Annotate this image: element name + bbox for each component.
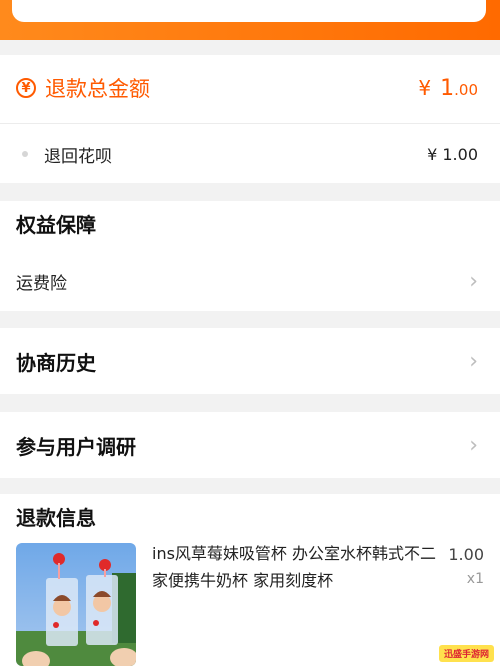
benefits-card: 权益保障 运费险 › [0,201,500,311]
chevron-right-icon: › [469,268,478,294]
product-name[interactable]: ins风草莓妹吸管杯 办公室水杯韩式不二家便携牛奶杯 家用刻度杯 [152,540,442,594]
refund-summary-card: ¥ 退款总金额 ¥ 1.00 退回花呗 ¥ 1.00 [0,55,500,183]
shipping-insurance-row[interactable]: 运费险 › [0,261,500,301]
refund-info-header: 退款信息 [0,496,500,536]
shipping-insurance-label: 运费险 [16,273,67,294]
refund-total-title: 退款总金额 [45,77,150,101]
negotiation-history-row[interactable]: 协商历史 › [0,341,500,381]
chevron-right-icon: › [469,432,478,458]
negotiation-history-title: 协商历史 [16,350,96,375]
user-survey-card[interactable]: 参与用户调研 › [0,412,500,478]
benefits-header: 权益保障 [0,203,500,243]
refund-total-row: ¥ 退款总金额 ¥ 1.00 [0,67,500,109]
negotiation-history-card[interactable]: 协商历史 › [0,328,500,394]
refund-amount-int: 1 [440,75,455,101]
dot-icon [22,151,28,157]
refund-total-amount: ¥ 1.00 [418,76,478,101]
user-survey-row[interactable]: 参与用户调研 › [0,425,500,465]
yen-circle-icon: ¥ [16,78,36,98]
refund-currency: ¥ [418,75,432,100]
product-price: 1.00 [448,545,484,564]
top-card [12,0,486,22]
refund-method-label: 退回花呗 [44,146,112,167]
watermark-badge: 迅盛手游网 [438,645,494,662]
divider [0,123,500,124]
refund-method-amount: ¥ 1.00 [427,144,478,164]
product-thumbnail[interactable] [16,543,136,666]
chevron-right-icon: › [469,348,478,374]
product-image [16,543,136,666]
refund-amount-dec: .00 [454,80,478,99]
benefits-title: 权益保障 [16,212,96,237]
product-quantity: x1 [466,571,484,587]
user-survey-title: 参与用户调研 [16,434,136,459]
refund-info-title: 退款信息 [16,505,96,530]
refund-method-row: 退回花呗 ¥ 1.00 [0,133,500,175]
